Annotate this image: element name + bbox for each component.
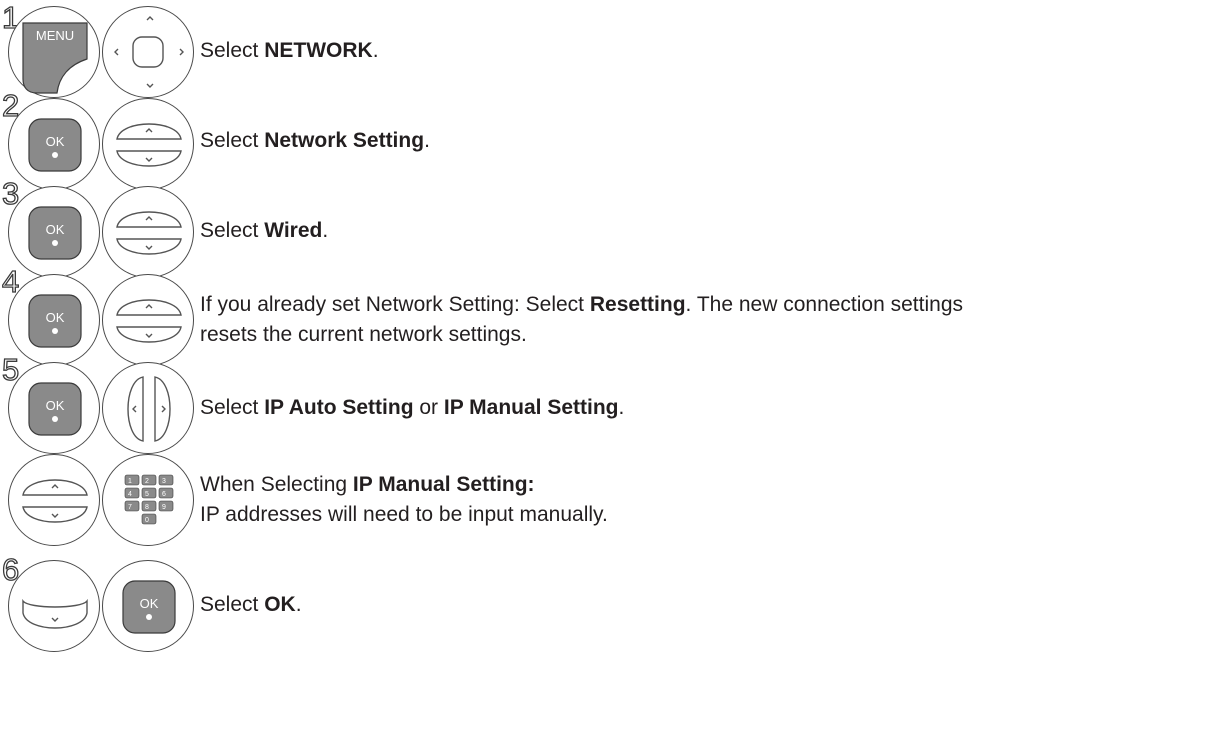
up-down-button (102, 98, 194, 190)
ok-key-icon: OK (28, 118, 82, 172)
left-right-button (102, 362, 194, 454)
step-text: Select OK. (200, 593, 302, 616)
step-text: If you already set Network Setting: Sele… (200, 293, 963, 346)
step-text: When Selecting IP Manual Setting: IP add… (200, 473, 608, 526)
ok-key-icon: OK (122, 580, 176, 634)
svg-text:OK: OK (140, 596, 159, 611)
step-text: Select Wired. (200, 219, 329, 242)
down-key-button (8, 560, 100, 652)
up-down-icon (116, 123, 182, 167)
dpad-icon (114, 16, 184, 88)
menu-key-button: MENU (8, 6, 100, 98)
up-down-button (8, 454, 100, 546)
number-keypad-button: 1 2 3 4 5 6 7 8 9 0 (102, 454, 194, 546)
up-down-button (102, 186, 194, 278)
svg-text:4: 4 (128, 491, 132, 498)
svg-text:6: 6 (162, 491, 166, 498)
down-key-icon (22, 598, 88, 629)
svg-text:OK: OK (46, 134, 65, 149)
svg-text:9: 9 (162, 504, 166, 511)
ok-key-button: OK (8, 362, 100, 454)
svg-text:OK: OK (46, 222, 65, 237)
up-down-button (102, 274, 194, 366)
ok-key-button: OK (8, 186, 100, 278)
svg-text:7: 7 (128, 504, 132, 511)
step-text: Select Network Setting. (200, 129, 430, 152)
ok-key-icon: OK (28, 382, 82, 436)
svg-text:0: 0 (145, 517, 149, 524)
svg-text:OK: OK (46, 310, 65, 325)
svg-text:8: 8 (145, 504, 149, 511)
svg-text:2: 2 (145, 478, 149, 485)
svg-text:1: 1 (128, 478, 132, 485)
step-text: Select NETWORK. (200, 39, 379, 62)
ok-key-button: OK (8, 98, 100, 190)
up-down-icon (116, 211, 182, 255)
number-keypad-icon: 1 2 3 4 5 6 7 8 9 0 (124, 474, 174, 525)
ok-key-button: OK (102, 560, 194, 652)
dpad-button (102, 6, 194, 98)
ok-key-icon: OK (28, 206, 82, 260)
svg-text:3: 3 (162, 478, 166, 485)
menu-label: MENU (36, 28, 74, 43)
svg-text:OK: OK (46, 398, 65, 413)
up-down-icon (22, 479, 88, 523)
svg-text:5: 5 (145, 491, 149, 498)
ok-key-icon: OK (28, 294, 82, 348)
left-right-icon (127, 376, 171, 442)
up-down-icon (116, 299, 182, 343)
menu-key-icon: MENU (22, 22, 88, 94)
step-text: Select IP Auto Setting or IP Manual Sett… (200, 396, 625, 419)
ok-key-button: OK (8, 274, 100, 366)
